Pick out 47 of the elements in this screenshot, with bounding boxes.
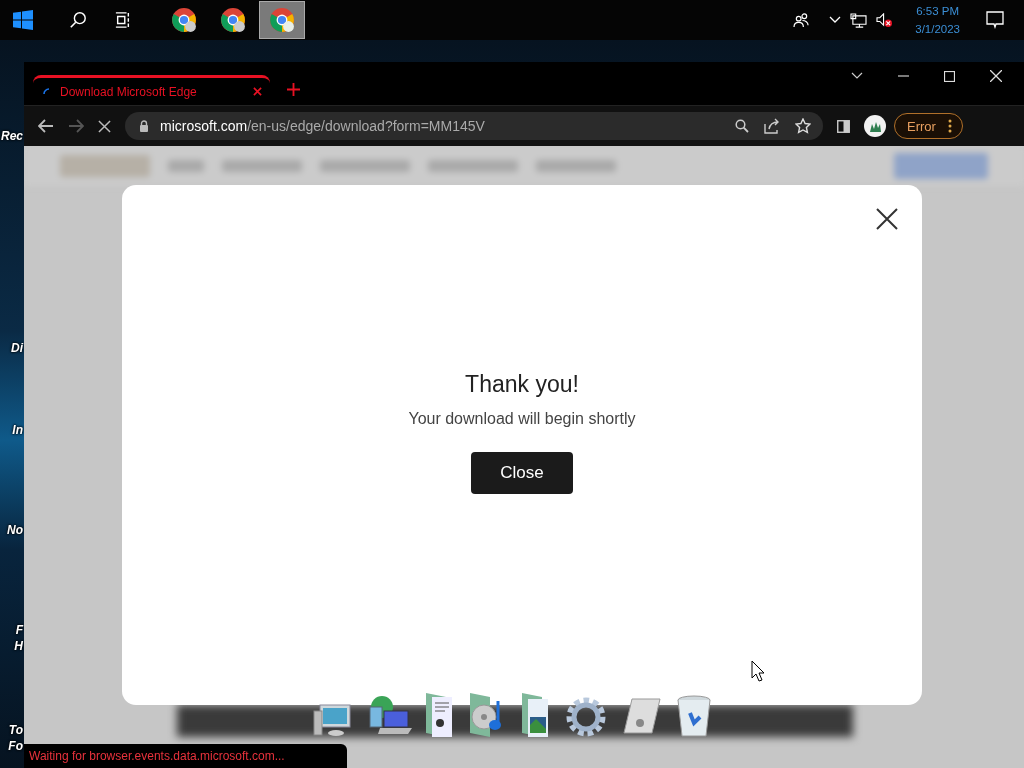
forward-arrow-icon[interactable] <box>68 119 84 133</box>
task-view-icon[interactable] <box>115 12 131 28</box>
trash-bin-icon[interactable] <box>676 695 712 739</box>
status-bar: Waiting for browser.events.data.microsoft.com... <box>24 744 347 768</box>
desktop-icon-label[interactable]: Di <box>11 340 23 356</box>
url-text: microsoft.com/en-us/edge/download?form=MM145V <box>160 118 485 134</box>
lock-icon <box>139 120 149 132</box>
dialog-title: Thank you! <box>465 370 579 398</box>
zoom-icon[interactable] <box>735 119 749 133</box>
notifications-icon[interactable] <box>986 11 1004 29</box>
stop-loading-icon[interactable] <box>98 119 111 133</box>
close-tab-icon[interactable] <box>253 87 262 96</box>
chevron-down-icon[interactable] <box>851 72 863 80</box>
share-icon[interactable] <box>764 118 780 134</box>
clock-date[interactable]: 3/1/2023 <box>915 20 960 38</box>
windows-logo-icon[interactable] <box>13 10 33 30</box>
browser-logo-icon <box>220 7 246 33</box>
address-bar[interactable]: microsoft.com/en-us/edge/download?form=MM145V <box>125 112 823 140</box>
loading-spinner-icon <box>43 88 50 95</box>
chevron-up-icon[interactable] <box>829 16 842 24</box>
muted-speaker-icon[interactable] <box>876 12 894 28</box>
star-icon[interactable] <box>795 118 811 134</box>
maximize-icon[interactable] <box>944 70 955 82</box>
back-arrow-icon[interactable] <box>38 119 54 133</box>
profile-error-button[interactable]: Error <box>894 113 963 139</box>
browser-logo-icon <box>269 7 295 33</box>
desktop-icon-label[interactable]: To <box>8 722 23 738</box>
mouse-pointer-icon <box>751 660 765 682</box>
desktop-icon-label[interactable]: H <box>14 638 23 654</box>
people-icon[interactable] <box>793 12 811 28</box>
side-panel-icon[interactable] <box>837 119 850 133</box>
more-icon[interactable] <box>947 119 952 133</box>
browser-logo-icon <box>171 7 197 33</box>
close-icon[interactable] <box>876 208 898 230</box>
dialog-message: Your download will begin shortly <box>408 409 636 428</box>
search-icon[interactable] <box>69 11 87 29</box>
desktop-icon-label[interactable]: In <box>12 422 23 438</box>
network-icon[interactable] <box>850 12 868 28</box>
desktop-icon-label[interactable]: F <box>15 622 23 638</box>
close-button[interactable]: Close <box>471 451 573 494</box>
profile-avatar-icon[interactable] <box>864 115 886 137</box>
desktop-icon-label[interactable]: Fo <box>8 738 23 754</box>
gear-icon[interactable] <box>564 695 608 739</box>
desktop-icon-label[interactable]: No <box>7 522 23 538</box>
desktop-icon-label[interactable]: Rec <box>1 128 23 144</box>
new-tab-icon[interactable] <box>287 83 300 96</box>
clock-time[interactable]: 6:53 PM <box>916 2 960 20</box>
